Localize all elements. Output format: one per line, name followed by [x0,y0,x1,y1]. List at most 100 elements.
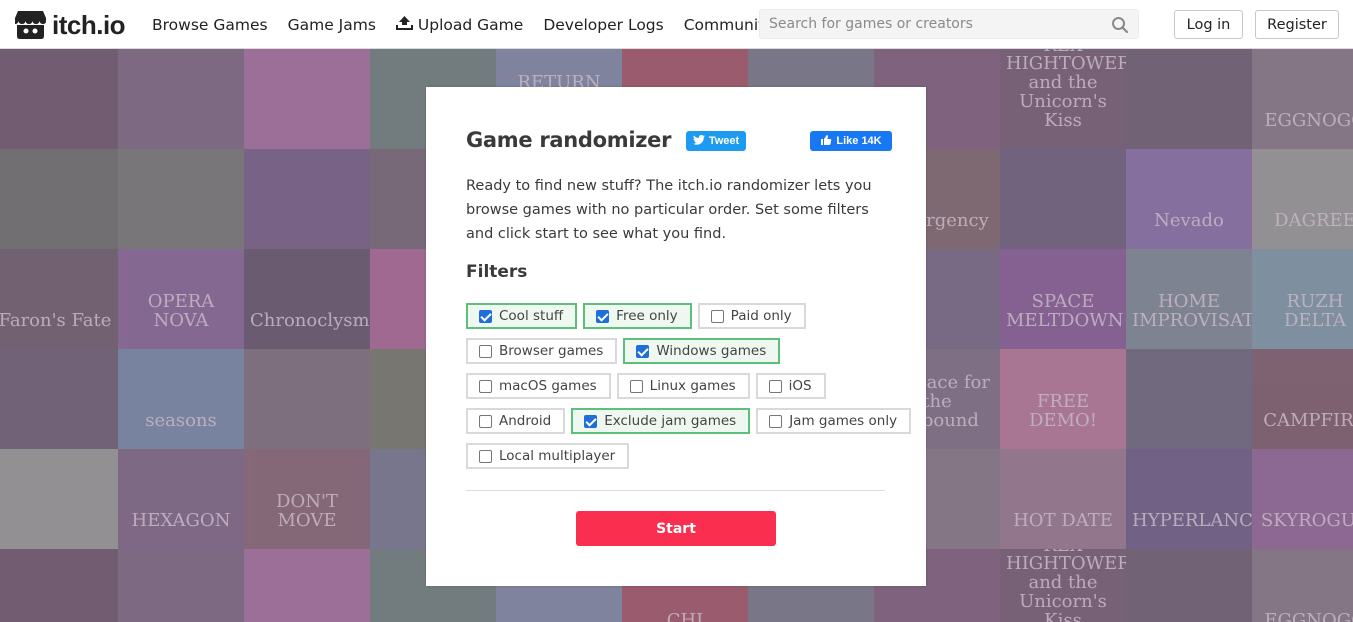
game-cover-tile [118,149,244,249]
tweet-button[interactable]: Tweet [686,131,746,151]
filter-checkbox[interactable] [769,414,783,428]
thumbs-up-icon [820,134,832,149]
upload-icon [395,15,413,34]
game-cover-tile: FREE DEMO! [1000,349,1126,449]
filter-windows-games[interactable]: Windows games [623,338,781,364]
game-cover-title: CHI [666,610,704,622]
filter-ios[interactable]: iOS [755,373,826,399]
game-cover-tile [1126,349,1252,449]
nav-developer-logs[interactable]: Developer Logs [543,16,663,34]
game-cover-tile: SPACE MELTDOWN [1000,249,1126,349]
twitter-bird-icon [692,134,705,148]
filter-jam-games-only[interactable]: Jam games only [756,408,912,434]
game-cover-tile: CAMPFIRE [1252,349,1353,449]
filter-label: macOS games [499,378,597,394]
game-cover-title: RUZH DELTA [1283,291,1347,332]
nav-label: Developer Logs [543,15,664,34]
filter-label: Jam games only [789,413,898,429]
filter-checkbox[interactable] [479,379,492,393]
game-cover-tile: DAGREE [1252,149,1353,249]
tweet-label: Tweet [708,135,740,147]
page-title: Game randomizer [466,128,672,152]
game-cover-title: REX HIGHTOWER and the Unicorn's Kiss [1006,49,1126,132]
filter-checkbox[interactable] [479,309,492,323]
game-cover-tile [0,349,118,449]
game-cover-title: HOME IMPROVISATION [1132,291,1252,332]
search-input[interactable] [760,10,1090,38]
game-cover-tile [118,549,244,622]
filter-exclude-jam-games[interactable]: Exclude jam games [571,408,751,434]
filter-checkbox[interactable] [479,414,492,428]
filter-checkbox[interactable] [710,309,724,323]
register-button[interactable]: Register [1255,10,1339,39]
nav-game-jams[interactable]: Game Jams [288,16,376,34]
game-cover-tile [0,149,118,249]
game-cover-tile [1126,549,1252,622]
start-button[interactable]: Start [576,511,776,546]
filter-checkbox[interactable] [479,344,492,358]
filter-row: Local multiplayer [466,443,896,469]
filter-android[interactable]: Android [466,408,566,434]
game-cover-tile: REX HIGHTOWER and the Unicorn's Kiss [1000,49,1126,149]
filter-label: iOS [788,378,812,394]
filter-paid-only[interactable]: Paid only [697,303,806,329]
logo-text: itch.io [52,9,126,40]
filter-label: Android [499,413,552,429]
filter-checkbox[interactable] [636,344,650,358]
game-cover-title: DON'T MOVE [276,491,338,532]
itchio-logo[interactable]: itch.io [14,9,126,40]
game-cover-tile [0,449,118,549]
filter-browser-games[interactable]: Browser games [466,338,618,364]
filter-label: Cool stuff [499,308,564,324]
filter-label: Paid only [730,308,792,324]
game-cover-tile: SKYROGUE [1252,449,1353,549]
game-cover-tile: EGGNOGG [1252,549,1353,622]
filter-checkbox[interactable] [768,379,782,393]
filter-label: Exclude jam games [604,413,737,429]
search-icon[interactable] [1111,16,1129,34]
game-cover-title: OPERA NOVA [147,291,215,332]
game-cover-title: CAMPFIRE [1263,410,1353,432]
game-cover-title: DAGREE [1274,210,1353,232]
filter-macos-games[interactable]: macOS games [466,373,611,399]
filter-free-only[interactable]: Free only [583,303,692,329]
filter-label: Linux games [649,378,736,394]
site-header: itch.io Browse Games Game Jams Upload Ga… [0,0,1353,49]
nav-label: Browse Games [152,15,268,34]
filter-label: Windows games [656,343,767,359]
game-cover-tile [1000,149,1126,249]
filter-cool-stuff[interactable]: Cool stuff [466,303,578,329]
game-cover-tile: EGGNOGG [1252,49,1353,149]
game-cover-title: Chronoclysm [250,310,370,332]
game-cover-title: FREE DEMO! [1029,391,1097,432]
itchio-logo-icon [14,9,47,40]
login-button[interactable]: Log in [1174,10,1243,39]
game-cover-title: HYPERLANCER [1132,510,1252,532]
like-label: Like 14K [836,135,882,147]
main-nav: Browse Games Game Jams Upload Game Devel… [152,0,793,49]
game-cover-tile [244,149,370,249]
game-cover-tile [1126,49,1252,149]
game-cover-tile: Nevado [1126,149,1252,249]
filter-checkbox[interactable] [629,379,643,393]
filter-linux-games[interactable]: Linux games [616,373,750,399]
game-cover-tile: RUZH DELTA [1252,249,1353,349]
game-cover-title: REX HIGHTOWER and the Unicorn's Kiss [1006,549,1126,622]
search-box [759,9,1139,39]
filter-local-multiplayer[interactable]: Local multiplayer [466,443,630,469]
randomizer-description: Ready to find new stuff? The itch.io ran… [466,178,872,242]
game-cover-title: Nevado [1154,210,1224,232]
filter-row: Cool stuff Free only Paid only [466,303,896,329]
filter-checkbox[interactable] [596,309,610,323]
nav-browse-games[interactable]: Browse Games [152,16,268,34]
facebook-like-button[interactable]: Like 14K [810,131,892,151]
game-cover-tile: OPERA NOVA [118,249,244,349]
nav-upload-game[interactable]: Upload Game [395,15,523,34]
game-cover-tile: Chronoclysm [244,249,370,349]
filter-label: Local multiplayer [499,448,616,464]
filter-checkbox[interactable] [584,414,598,428]
game-cover-tile: HEXAGON [118,449,244,549]
filter-checkbox[interactable] [479,449,492,463]
game-cover-tile [118,49,244,149]
game-cover-title: EGGNOGG [1264,110,1353,132]
